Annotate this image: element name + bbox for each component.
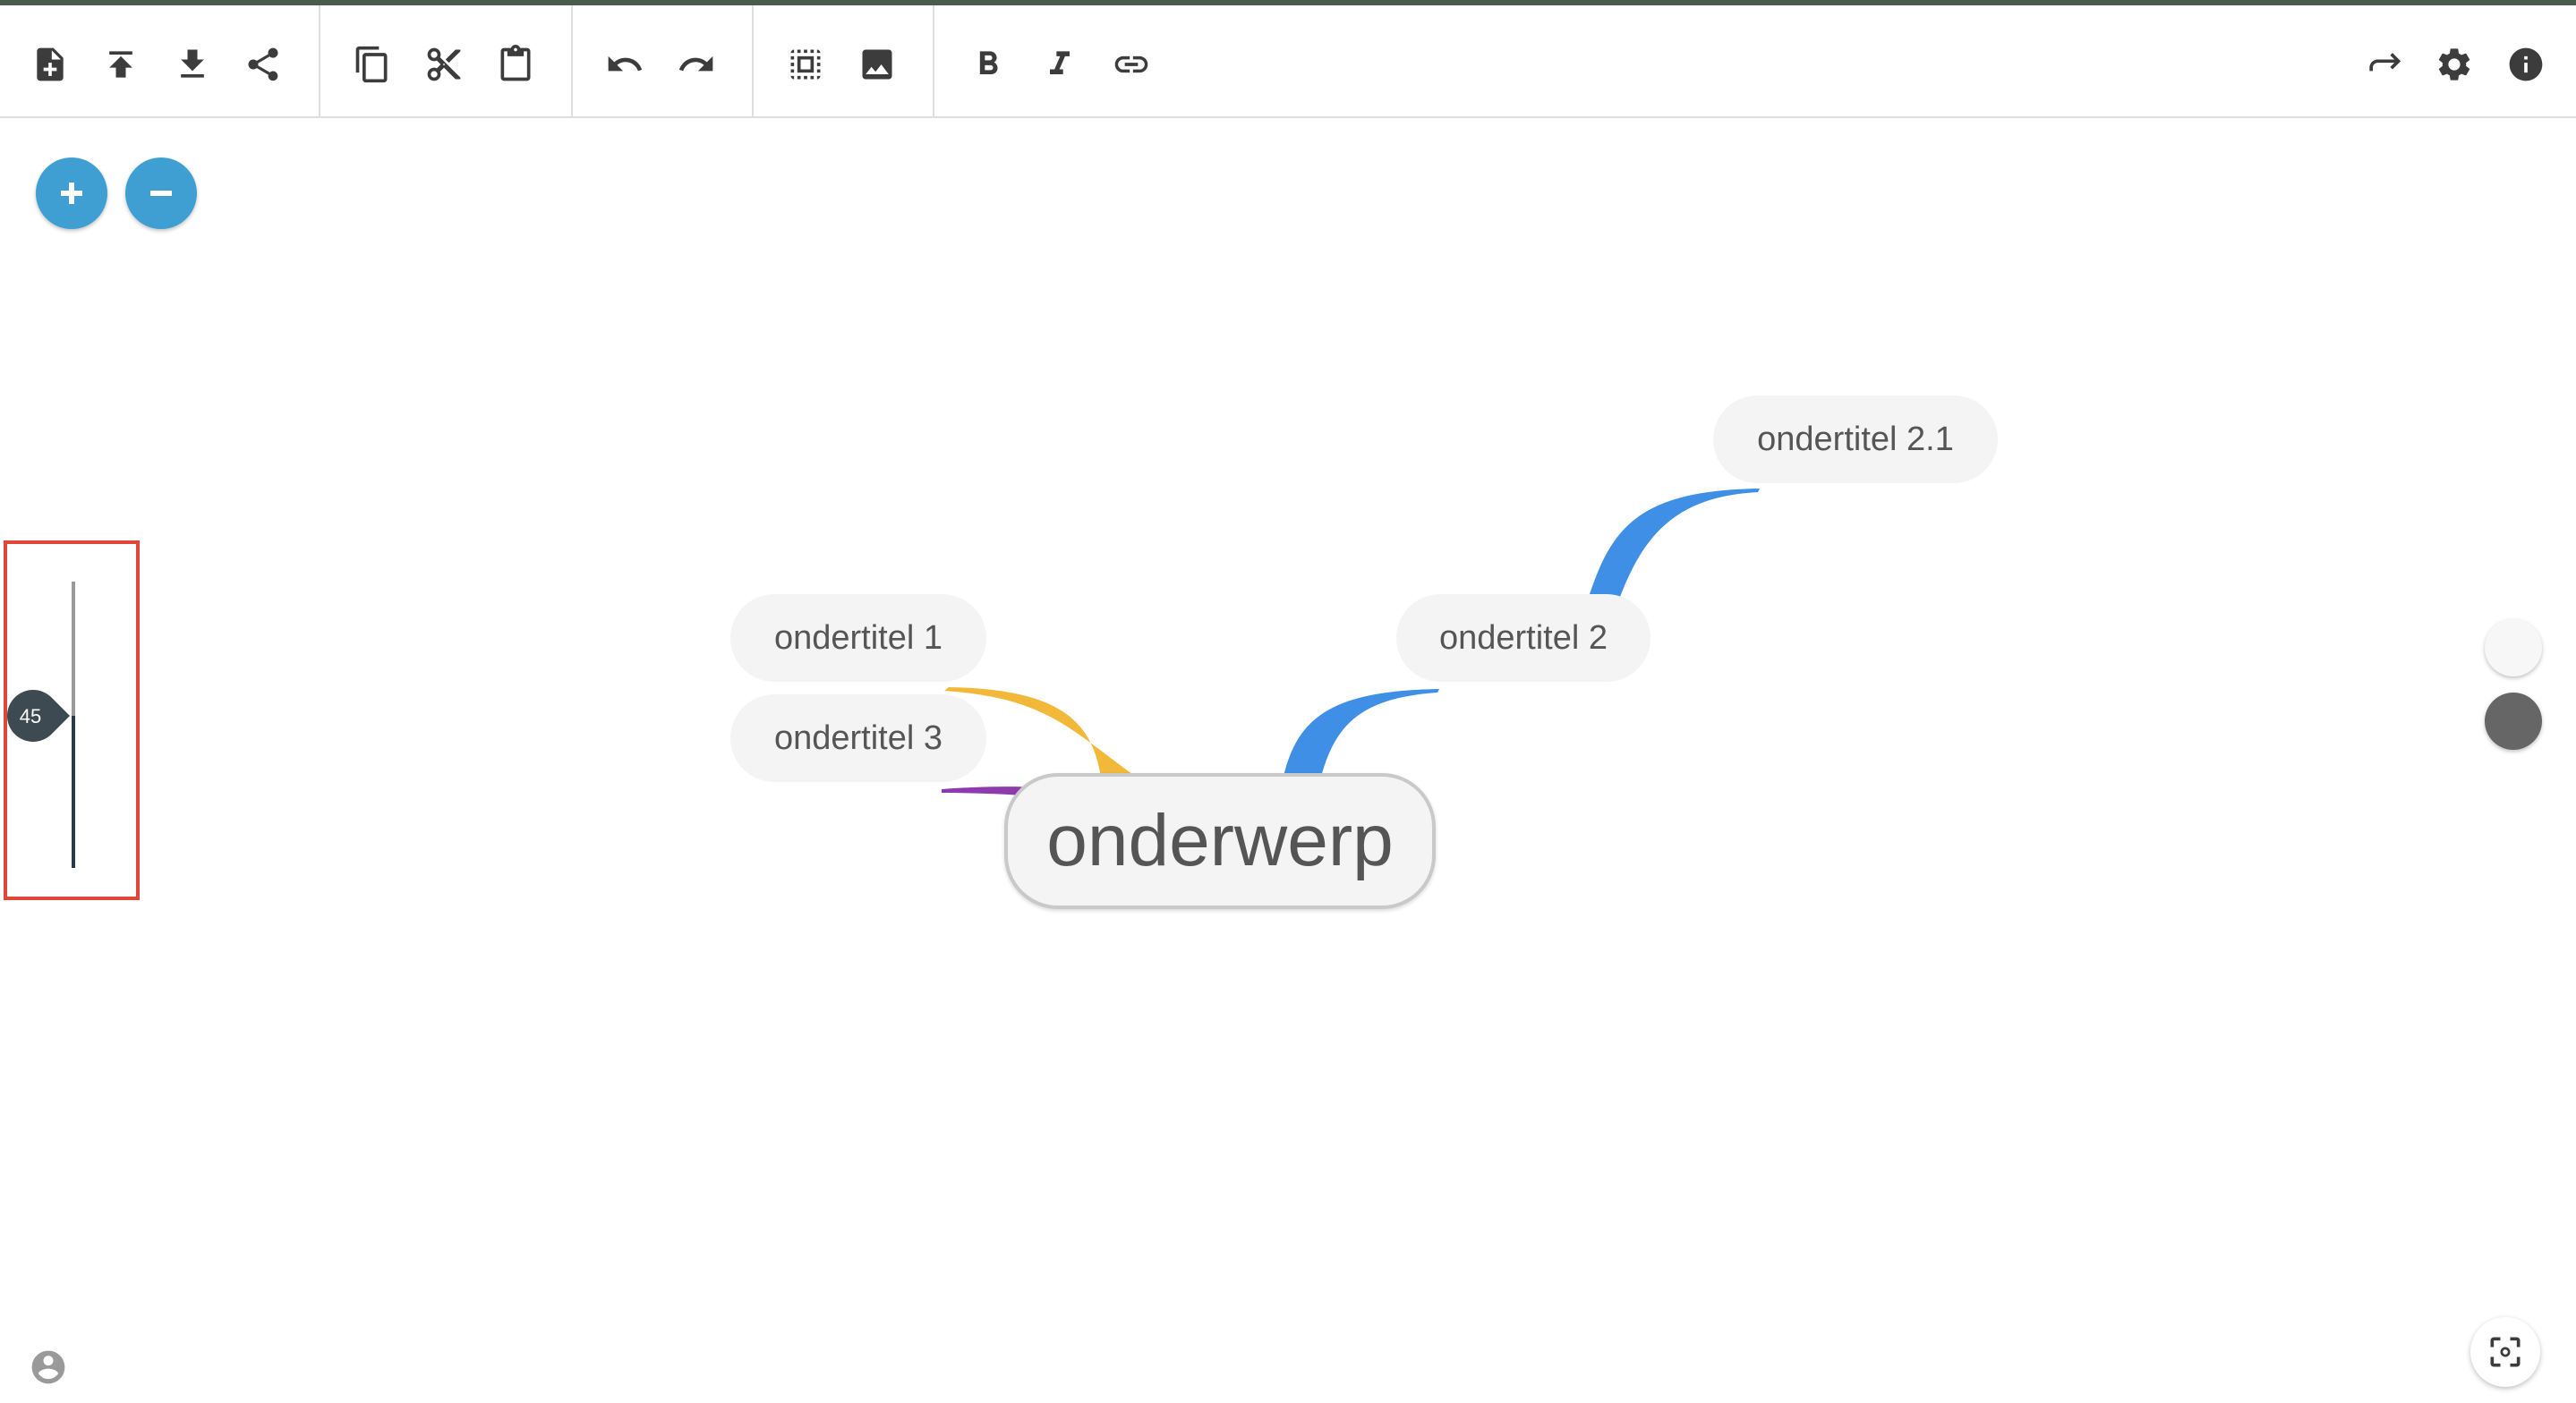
toolbar-separator [319,5,320,118]
settings-icon[interactable] [2426,36,2483,93]
node-ondertitel-2-1[interactable]: ondertitel 2.1 [1713,395,1998,483]
zoom-out-button[interactable] [125,157,197,229]
zoom-in-button[interactable] [36,157,107,229]
node-ondertitel-2[interactable]: ondertitel 2 [1396,594,1651,682]
new-file-icon[interactable] [21,36,79,93]
download-icon[interactable] [164,36,221,93]
forward-icon[interactable] [2354,36,2411,93]
slider-track[interactable] [72,582,75,716]
dark-theme-button[interactable] [2485,693,2542,750]
toolbar [0,5,2576,118]
select-all-icon[interactable] [777,36,834,93]
node-root-onderwerp[interactable]: onderwerp [1004,773,1436,909]
image-icon[interactable] [849,36,906,93]
fit-screen-icon [2490,1337,2521,1367]
toolbar-separator [933,5,934,118]
mindmap-links [942,489,1760,796]
italic-icon[interactable] [1031,36,1088,93]
slider-value-label[interactable]: 45 [11,702,50,732]
copy-icon[interactable] [344,36,401,93]
node-ondertitel-3[interactable]: ondertitel 3 [730,694,986,782]
toolbar-separator [752,5,754,118]
slider-track-filled[interactable] [72,716,75,868]
plus-icon [61,183,82,204]
toolbar-separator [571,5,573,118]
upload-icon[interactable] [92,36,149,93]
fit-screen-button[interactable] [2470,1317,2540,1387]
depth-slider: 45 [0,540,140,900]
paste-icon[interactable] [487,36,544,93]
user-icon[interactable] [29,1348,68,1387]
cut-icon[interactable] [415,36,473,93]
link-ondertitel-2 [1284,689,1439,777]
link-ondertitel-2-1 [1588,489,1760,601]
info-icon[interactable] [2497,36,2555,93]
node-ondertitel-1[interactable]: ondertitel 1 [730,594,986,682]
redo-icon[interactable] [668,36,725,93]
undo-icon[interactable] [596,36,653,93]
link-icon[interactable] [1103,36,1160,93]
light-theme-button[interactable] [2485,619,2542,676]
bold-icon[interactable] [960,36,1017,93]
share-icon[interactable] [235,36,292,93]
minus-icon [150,191,172,196]
